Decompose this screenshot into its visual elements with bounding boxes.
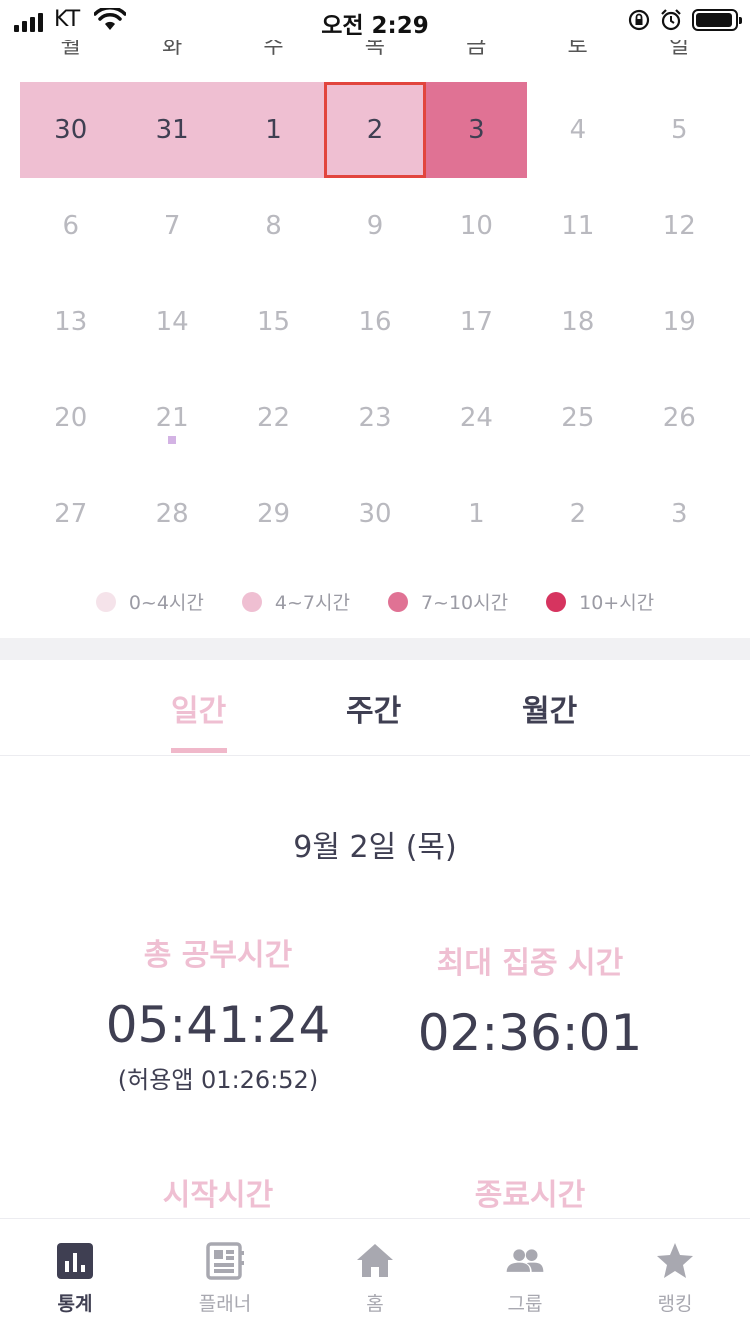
home-icon: [357, 1244, 393, 1277]
battery-icon: [692, 9, 742, 31]
calendar-day[interactable]: 24: [426, 370, 527, 466]
legend-label: 4~7시간: [274, 592, 350, 614]
study-time-legend: 0~4시간 4~7시간 7~10시간 10+시간: [0, 588, 750, 615]
legend-label: 10+시간: [579, 592, 655, 614]
calendar-day[interactable]: 2: [527, 466, 628, 562]
nav-planner[interactable]: 플래너: [150, 1219, 300, 1334]
calendar-day[interactable]: 31: [121, 82, 223, 178]
start-time-label: 시작시간: [162, 1178, 274, 1213]
total-study-value: 05:41:24: [105, 996, 331, 1054]
calendar-day[interactable]: 26: [629, 370, 730, 466]
max-focus-value: 02:36:01: [417, 1004, 643, 1062]
calendar-day[interactable]: 13: [20, 274, 121, 370]
section-divider: [0, 638, 750, 660]
rotation-lock-icon: [628, 9, 650, 31]
status-bar: KT 오전 2:29: [0, 0, 750, 40]
start-time: 시작시간: [68, 1170, 368, 1214]
nav-label: 플래너: [198, 1293, 252, 1315]
nav-ranking[interactable]: 랭킹: [600, 1219, 750, 1334]
nav-label: 랭킹: [657, 1293, 693, 1315]
calendar-day[interactable]: 22: [223, 370, 324, 466]
alarm-icon: [661, 9, 681, 31]
calendar-day[interactable]: 12: [629, 178, 730, 274]
calendar-day[interactable]: 15: [223, 274, 324, 370]
end-time-label: 종료시간: [474, 1178, 586, 1213]
calendar-day[interactable]: 19: [629, 274, 730, 370]
calendar-day[interactable]: 18: [527, 274, 628, 370]
total-study-time: 총 공부시간 05:41:24 (허용앱 01:26:52): [68, 930, 368, 1095]
tab-monthly[interactable]: 월간: [522, 686, 577, 730]
calendar-day[interactable]: 7: [121, 178, 222, 274]
nav-label: 그룹: [507, 1293, 543, 1315]
calendar-day[interactable]: 11: [527, 178, 628, 274]
legend-item: 10+시간: [546, 588, 654, 615]
calendar-day[interactable]: 5: [629, 82, 730, 178]
legend-item: 7~10시간: [387, 588, 509, 615]
calendar-day[interactable]: 8: [223, 178, 324, 274]
calendar-day[interactable]: 30: [20, 82, 122, 178]
calendar-day[interactable]: 30: [324, 466, 425, 562]
calendar-day[interactable]: 3: [425, 82, 528, 178]
nav-home[interactable]: 홈: [300, 1219, 450, 1334]
planner-icon: [206, 1242, 244, 1280]
calendar-day[interactable]: 14: [121, 274, 222, 370]
max-focus-label: 최대 집중 시간: [436, 946, 624, 981]
nav-label: 홈: [366, 1293, 384, 1315]
calendar-day[interactable]: 2: [324, 82, 426, 178]
max-focus-time: 최대 집중 시간 02:36:01: [380, 938, 680, 1062]
calendar-day[interactable]: 9: [324, 178, 425, 274]
nav-stats[interactable]: 통계: [0, 1219, 150, 1334]
legend-swatch: [95, 591, 116, 612]
selected-date-title: 9월 2일 (목): [293, 830, 457, 865]
legend-item: 0~4시간: [95, 588, 204, 615]
allowed-apps-time: (허용앱 01:26:52): [117, 1066, 319, 1094]
calendar-day[interactable]: 28: [121, 466, 222, 562]
calendar-day[interactable]: 29: [223, 466, 324, 562]
tab-weekly[interactable]: 주간: [346, 686, 401, 730]
calendar-day[interactable]: 23: [324, 370, 425, 466]
activity-dot: [168, 436, 177, 444]
calendar-day[interactable]: 17: [426, 274, 527, 370]
legend-item: 4~7시간: [241, 588, 350, 615]
legend-swatch: [546, 591, 567, 612]
calendar-day[interactable]: 4: [527, 82, 628, 178]
legend-swatch: [387, 591, 408, 612]
bottom-navigation: 통계 플래너 홈 그룹 랭킹: [0, 1218, 750, 1334]
group-icon: [506, 1249, 544, 1272]
total-study-label: 총 공부시간: [143, 938, 293, 973]
nav-label: 통계: [57, 1293, 93, 1315]
nav-group[interactable]: 그룹: [450, 1219, 600, 1334]
calendar-day[interactable]: 3: [629, 466, 730, 562]
tab-daily[interactable]: 일간: [171, 686, 226, 730]
calendar-day[interactable]: 10: [426, 178, 527, 274]
calendar-day[interactable]: 6: [20, 178, 121, 274]
legend-label: 7~10시간: [420, 592, 509, 614]
legend-swatch: [241, 591, 262, 612]
star-icon: [657, 1243, 693, 1278]
calendar-day[interactable]: 27: [20, 466, 121, 562]
stats-icon: [57, 1243, 93, 1279]
calendar-day[interactable]: 20: [20, 370, 121, 466]
active-tab-indicator: [171, 748, 227, 753]
calendar-grid: 30 31 1 2 3 4 5 6 7 8 9 10 11 12 13 14 15 16 17 18 19 20 21 22 2…: [20, 82, 730, 562]
calendar-day[interactable]: 21: [121, 370, 222, 466]
end-time: 종료시간: [380, 1170, 680, 1214]
legend-label: 0~4시간: [128, 592, 204, 614]
calendar-day[interactable]: 1: [426, 466, 527, 562]
calendar-day[interactable]: 1: [222, 82, 325, 178]
calendar-day[interactable]: 16: [324, 274, 425, 370]
period-tabs: 일간 주간 월간: [0, 660, 750, 756]
calendar-day[interactable]: 25: [527, 370, 628, 466]
